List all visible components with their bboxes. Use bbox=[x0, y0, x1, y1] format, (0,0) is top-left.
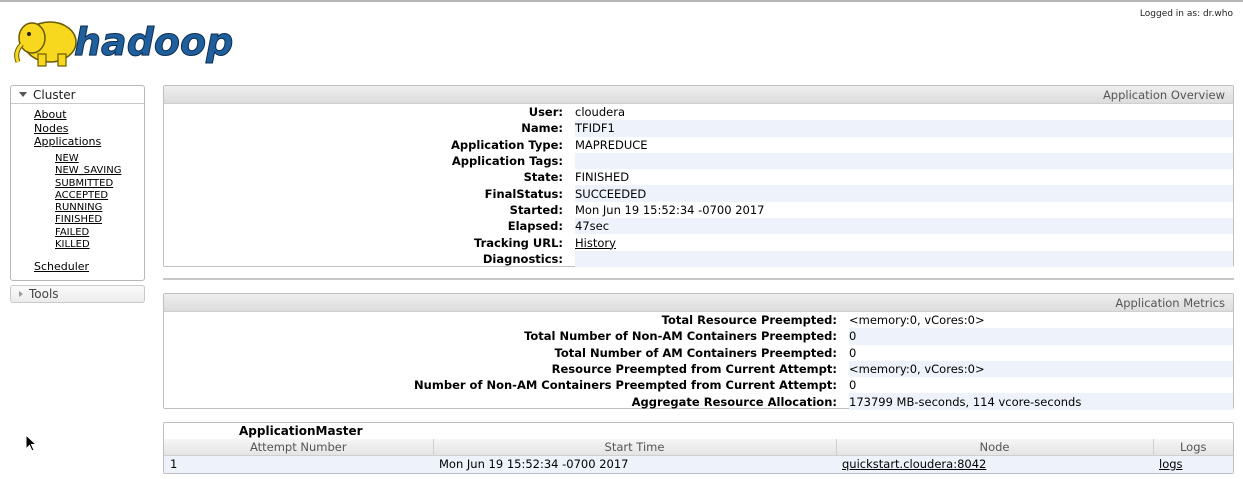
table-row: Name: TFIDF1 bbox=[164, 120, 1233, 137]
row-value: <memory:0, vCores:0> bbox=[849, 360, 1233, 378]
elephant-icon bbox=[14, 21, 77, 67]
row-value bbox=[575, 250, 1233, 267]
table-row: Application Tags: bbox=[164, 152, 1233, 170]
row-label: Application Tags: bbox=[451, 154, 563, 169]
cluster-nav-panel: Cluster About Nodes Applications NEW NEW… bbox=[10, 85, 145, 281]
table-row: Number of Non-AM Containers Preempted fr… bbox=[164, 377, 1233, 393]
nav-link-failed[interactable]: FAILED bbox=[55, 227, 121, 239]
section-divider bbox=[163, 278, 1234, 280]
column-header-node[interactable]: Node bbox=[836, 439, 1154, 456]
row-label: Number of Non-AM Containers Preempted fr… bbox=[414, 378, 837, 393]
cluster-label: Cluster bbox=[33, 88, 76, 102]
nav-link-scheduler[interactable]: Scheduler bbox=[34, 260, 89, 273]
logo-text: hadoop bbox=[74, 20, 233, 64]
table-row: Resource Preempted from Current Attempt:… bbox=[164, 360, 1233, 378]
table-row: Diagnostics: bbox=[164, 250, 1233, 267]
metrics-table: Total Resource Preempted: <memory:0, vCor… bbox=[164, 312, 1233, 410]
logs-link[interactable]: logs bbox=[1159, 457, 1183, 471]
nav-link-applications[interactable]: Applications bbox=[34, 135, 101, 149]
row-value: MAPREDUCE bbox=[575, 137, 648, 152]
table-row: Total Resource Preempted: <memory:0, vCor… bbox=[164, 312, 1233, 328]
nav-link-about[interactable]: About bbox=[34, 108, 101, 122]
row-value: TFIDF1 bbox=[575, 120, 1233, 137]
row-label: Aggregate Resource Allocation: bbox=[631, 394, 837, 409]
row-value: 0 bbox=[849, 378, 857, 393]
row-value: 173799 MB-seconds, 114 vcore-seconds bbox=[849, 393, 1233, 410]
table-row: Application Type: MAPREDUCE bbox=[164, 137, 1233, 153]
row-value: 0 bbox=[849, 328, 1233, 345]
metrics-title: Application Metrics bbox=[164, 294, 1233, 312]
column-header-attempt[interactable]: Attempt Number bbox=[164, 439, 434, 456]
tracking-url-link[interactable]: History bbox=[575, 236, 616, 250]
am-title: ApplicationMaster bbox=[239, 424, 363, 438]
attempts-table: Attempt Number Start Time Node Logs 1 Mo… bbox=[164, 439, 1233, 473]
tools-nav-header[interactable]: Tools bbox=[10, 285, 145, 303]
nav-link-new-saving[interactable]: NEW_SAVING bbox=[55, 165, 121, 177]
row-label: Tracking URL: bbox=[474, 235, 563, 250]
nav-link-finished[interactable]: FINISHED bbox=[55, 214, 121, 226]
application-metrics-panel: Application Metrics Total Resource Preem… bbox=[163, 293, 1234, 410]
mouse-cursor-icon bbox=[25, 434, 37, 452]
row-label: Total Resource Preempted: bbox=[661, 313, 837, 328]
row-value: SUCCEEDED bbox=[575, 185, 1233, 202]
row-value: 47sec bbox=[575, 218, 1233, 235]
table-row: Elapsed: 47sec bbox=[164, 218, 1233, 235]
row-value: FINISHED bbox=[575, 170, 630, 185]
nav-link-nodes[interactable]: Nodes bbox=[34, 122, 101, 136]
nav-link-accepted[interactable]: ACCEPTED bbox=[55, 190, 121, 202]
row-value: cloudera bbox=[575, 105, 625, 120]
row-label: Diagnostics: bbox=[482, 251, 563, 266]
logged-in-label: Logged in as: dr.who bbox=[1139, 9, 1233, 19]
overview-title: Application Overview bbox=[164, 86, 1233, 104]
nav-link-killed[interactable]: KILLED bbox=[55, 239, 121, 251]
row-value: Mon Jun 19 15:52:34 -0700 2017 bbox=[575, 202, 765, 217]
row-label: Started: bbox=[509, 202, 563, 217]
tools-label: Tools bbox=[29, 287, 59, 301]
table-row: Tracking URL: History bbox=[164, 234, 1233, 250]
table-row: Total Number of Non-AM Containers Preemp… bbox=[164, 328, 1233, 345]
column-header-start-time[interactable]: Start Time bbox=[433, 439, 837, 456]
application-overview-panel: Application Overview User: cloudera Name:… bbox=[163, 85, 1234, 267]
row-label: FinalStatus: bbox=[484, 186, 563, 201]
table-row: User: cloudera bbox=[164, 104, 1233, 120]
application-master-panel: ApplicationMaster Attempt Number Start T… bbox=[163, 422, 1234, 474]
table-row: Started: Mon Jun 19 15:52:34 -0700 2017 bbox=[164, 202, 1233, 218]
row-value: <memory:0, vCores:0> bbox=[849, 313, 985, 328]
attempt-number: 1 bbox=[164, 455, 433, 473]
row-value: 0 bbox=[849, 345, 857, 360]
cluster-nav-header[interactable]: Cluster bbox=[11, 86, 144, 104]
overview-table: User: cloudera Name: TFIDF1 Application Ty… bbox=[164, 104, 1233, 267]
row-label: Elapsed: bbox=[507, 219, 563, 234]
expand-triangle-icon bbox=[19, 291, 23, 297]
table-row: State: FINISHED bbox=[164, 169, 1233, 185]
hadoop-logo[interactable]: hadoop bbox=[12, 8, 252, 70]
row-label: State: bbox=[523, 170, 563, 185]
nav-link-running[interactable]: RUNNING bbox=[55, 202, 121, 214]
row-label: Application Type: bbox=[451, 137, 563, 152]
table-row: Aggregate Resource Allocation: 173799 MB-… bbox=[164, 393, 1233, 410]
row-label: Total Number of Non-AM Containers Preemp… bbox=[524, 329, 837, 344]
row-label: User: bbox=[528, 105, 563, 120]
row-value bbox=[575, 152, 1233, 170]
row-label: Name: bbox=[521, 121, 563, 136]
nav-link-new[interactable]: NEW bbox=[55, 153, 121, 165]
row-label: Resource Preempted from Current Attempt: bbox=[551, 362, 837, 377]
column-header-logs[interactable]: Logs bbox=[1153, 439, 1233, 456]
nav-link-submitted[interactable]: SUBMITTED bbox=[55, 178, 121, 190]
table-row: Total Number of AM Containers Preempted:… bbox=[164, 345, 1233, 361]
collapse-triangle-icon bbox=[19, 92, 27, 97]
table-row: FinalStatus: SUCCEEDED bbox=[164, 185, 1233, 202]
row-label: Total Number of AM Containers Preempted: bbox=[554, 345, 837, 360]
node-link[interactable]: quickstart.cloudera:8042 bbox=[842, 457, 986, 471]
attempt-start-time: Mon Jun 19 15:52:34 -0700 2017 bbox=[433, 455, 836, 473]
table-row: 1 Mon Jun 19 15:52:34 -0700 2017 quickst… bbox=[164, 455, 1233, 473]
